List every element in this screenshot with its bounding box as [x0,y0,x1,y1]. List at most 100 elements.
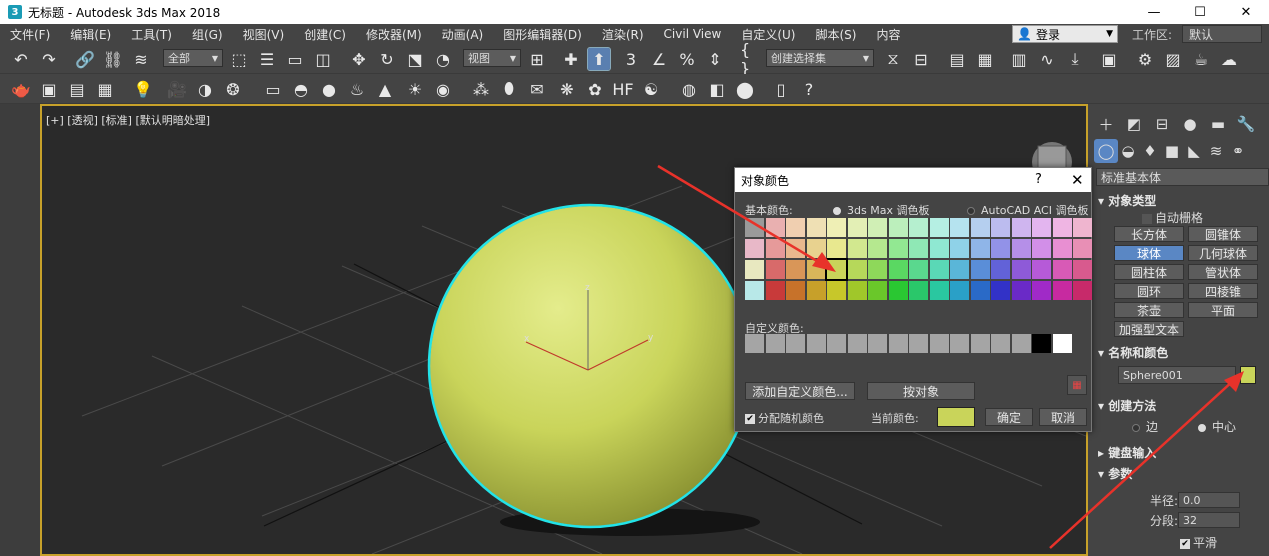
basic-color-swatch[interactable] [1052,239,1072,258]
cone-icon[interactable]: ▲ [374,78,396,100]
custom-color-swatch[interactable] [950,334,969,353]
geometry-icon[interactable]: ◯ [1094,139,1118,163]
unlink-icon[interactable]: ⛓ [102,48,124,70]
pivot-center-icon[interactable]: ⊞ [526,48,548,70]
basic-color-swatch[interactable] [950,239,969,258]
basic-color-swatch[interactable] [929,239,949,258]
name-color-header[interactable]: ▾ 名称和颜色 [1098,344,1168,361]
grid-list-icon[interactable]: ▦ [94,78,116,100]
render-frame-icon[interactable]: ▣ [38,78,60,100]
basic-color-swatch[interactable] [909,281,928,300]
link-icon[interactable]: 🔗 [74,48,96,70]
basic-color-swatch[interactable] [847,218,867,237]
named-selection-dropdown[interactable]: 创建选择集 ▼ [766,49,874,67]
smooth-checkbox[interactable]: ✔ 平滑 [1180,534,1217,551]
minimize-icon[interactable]: — [1131,0,1177,24]
basic-color-swatch[interactable] [1011,218,1031,237]
sphere-icon[interactable]: ● [318,78,340,100]
creation-edge-radio[interactable]: 边 [1132,418,1158,435]
basic-color-swatch[interactable] [847,281,867,300]
select-manipulate-icon[interactable]: ✚ [560,48,582,70]
basic-color-swatch[interactable] [827,239,846,258]
palette-acad-radio[interactable]: AutoCAD ACI 调色板 [967,202,1088,218]
selection-filter-dropdown[interactable]: 全部 ▼ [163,49,223,67]
basic-color-swatch[interactable] [786,239,805,258]
document-icon[interactable]: ▯ [770,78,792,100]
menu-scripting[interactable]: 脚本(S) [805,26,866,43]
lights-icon[interactable]: ♦ [1138,139,1162,163]
menu-graph-editors[interactable]: 图形编辑器(D) [493,26,592,43]
toggle-ribbon-icon[interactable]: ▥ [1008,48,1030,70]
motion-tab-icon[interactable]: ● [1178,112,1202,136]
menu-tools[interactable]: 工具(T) [121,26,182,43]
basic-color-swatch[interactable] [950,281,969,300]
basic-color-swatch[interactable] [991,239,1010,258]
capsule-icon[interactable]: ⬮ [498,78,520,100]
parameters-header[interactable]: ▾ 参数 [1098,465,1132,482]
rect-select-region-icon[interactable]: ▭ [284,48,306,70]
camera-icon[interactable]: 🎥 [166,78,188,100]
box-primitive-icon[interactable]: ▭ [262,78,284,100]
custom-color-swatch[interactable] [765,334,785,353]
helpers-icon[interactable]: ◣ [1182,139,1206,163]
menu-file[interactable]: 文件(F) [0,26,60,43]
basic-color-swatch[interactable] [950,260,969,279]
basic-color-swatch[interactable] [1011,260,1031,279]
menu-animation[interactable]: 动画(A) [432,26,494,43]
keyboard-entry-header[interactable]: ▸ 键盘输入 [1098,444,1156,461]
current-color-swatch[interactable] [937,407,975,427]
menu-group[interactable]: 组(G) [182,26,233,43]
layer-explorer-icon[interactable]: ▦ [974,48,996,70]
basic-color-swatch[interactable] [825,258,848,281]
envelope-icon[interactable]: ✉ [526,78,548,100]
custom-color-swatch[interactable] [806,334,826,353]
basic-color-swatch[interactable] [1032,281,1051,300]
basic-color-swatch[interactable] [909,218,928,237]
tube-button[interactable]: 管状体 [1188,264,1258,280]
viewport-label[interactable]: [+] [透视] [标准] [默认明暗处理] [46,112,210,128]
move-icon[interactable]: ✥ [348,48,370,70]
basic-color-swatch[interactable] [1073,281,1092,300]
basic-color-swatch[interactable] [745,260,764,279]
cameras-icon[interactable]: ■ [1160,139,1184,163]
basic-color-swatch[interactable] [745,281,764,300]
speaker-icon[interactable]: ◑ [194,78,216,100]
teapot-icon[interactable]: 🫖 [10,78,32,100]
geosphere-button[interactable]: 几何球体 [1188,245,1258,261]
object-color-swatch[interactable] [1240,366,1256,384]
radius-spinner[interactable]: 0.0 [1178,492,1240,508]
rendered-frame-window-icon[interactable]: ▨ [1162,48,1184,70]
creation-center-radio[interactable]: 中心 [1198,418,1236,435]
basic-color-swatch[interactable] [970,218,990,237]
spinner-snap-icon[interactable]: ⇕ [704,48,726,70]
menu-civil-view[interactable]: Civil View [654,27,732,41]
teapot-button[interactable]: 茶壶 [1114,302,1184,318]
basic-color-swatch[interactable] [1011,281,1031,300]
particles-icon[interactable]: ⁂ [470,78,492,100]
mirror-icon[interactable]: ⧖ [882,48,904,70]
cancel-button[interactable]: 取消 [1039,408,1087,426]
basic-color-swatch[interactable] [991,218,1010,237]
category-dropdown[interactable]: 标准基本体 [1096,168,1269,186]
bind-space-warp-icon[interactable]: ≋ [130,48,152,70]
basic-color-swatch[interactable] [909,239,928,258]
basic-color-swatch[interactable] [888,239,908,258]
custom-color-swatch[interactable] [970,334,990,353]
window-crossing-icon[interactable]: ◫ [312,48,334,70]
basic-color-swatch[interactable] [929,260,949,279]
basic-color-swatch[interactable] [1032,260,1051,279]
undo-icon[interactable]: ↶ [10,48,32,70]
object-name-field[interactable]: Sphere001 [1118,366,1236,384]
segments-spinner[interactable]: 32 [1178,512,1240,528]
basic-color-swatch[interactable] [1052,260,1072,279]
cloth-icon[interactable]: ☯ [640,78,662,100]
basic-color-swatch[interactable] [868,281,887,300]
basic-color-swatch[interactable] [806,239,826,258]
cone-button[interactable]: 圆锥体 [1188,226,1258,242]
help-icon[interactable]: ? [1035,172,1042,187]
basic-color-swatch[interactable] [929,281,949,300]
basic-color-swatch[interactable] [745,218,764,237]
menu-content[interactable]: 内容 [866,26,910,43]
basic-color-swatch[interactable] [806,281,826,300]
by-object-button[interactable]: 按对象 [867,382,975,400]
